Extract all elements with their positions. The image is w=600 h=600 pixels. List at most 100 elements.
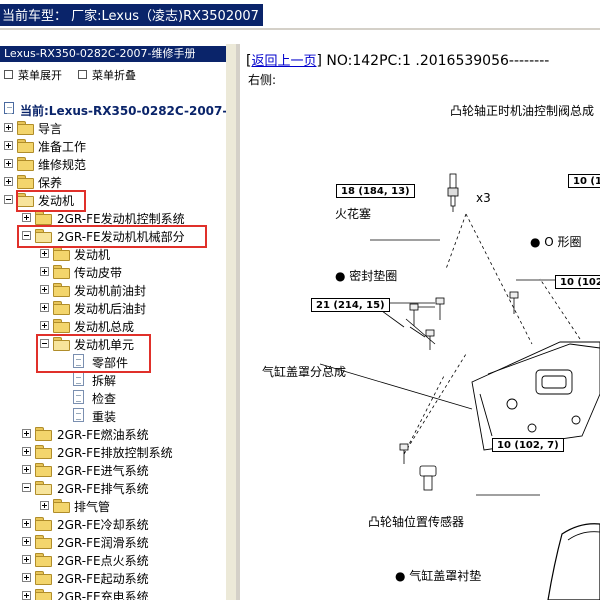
folder-icon (35, 427, 52, 441)
folder-icon (53, 265, 70, 279)
title-divider (0, 28, 600, 30)
highlight-engine-mechanical (17, 225, 207, 248)
cover-label: 气缸盖罩分总成 (262, 365, 347, 379)
expand-toggle-icon[interactable] (40, 303, 49, 312)
expand-toggle-icon[interactable] (22, 537, 31, 546)
expand-toggle-icon[interactable] (22, 591, 31, 600)
tree-item[interactable]: 导言 (0, 119, 236, 137)
folder-icon (35, 463, 52, 477)
tree-item[interactable]: 维修规范 (0, 155, 236, 173)
torque-spec-10-top: 10 (10 (568, 174, 600, 188)
expand-toggle-icon[interactable] (22, 465, 31, 474)
gasket-outline (547, 523, 600, 600)
tree-item-label: 2GR-FE冷却系统 (57, 518, 149, 532)
book-icon (4, 102, 14, 114)
diagram-title: 凸轮轴正时机油控制阀总成 (450, 104, 595, 118)
folder-icon (35, 589, 52, 600)
highlight-engine (16, 190, 86, 212)
folder-icon (53, 247, 70, 261)
collapse-all-button[interactable]: 菜单折叠 (78, 67, 136, 83)
content-panel: [返回上一页] NO:142PC:1 .2016539056-------- 右… (240, 44, 600, 600)
tree-scrollbar[interactable] (226, 44, 236, 600)
folder-icon (17, 175, 34, 189)
tree-item[interactable]: 2GR-FE冷却系统 (0, 515, 236, 533)
expand-toggle-icon[interactable] (40, 267, 49, 276)
tree-item[interactable]: 2GR-FE排放控制系统 (0, 443, 236, 461)
folder-icon (53, 499, 70, 513)
tree-item[interactable]: 2GR-FE点火系统 (0, 551, 236, 569)
document-icon (73, 390, 84, 404)
expand-all-button[interactable]: 菜单展开 (4, 67, 62, 83)
folder-open-icon (35, 481, 52, 495)
sensor-icon (419, 465, 437, 491)
tree-item[interactable]: 传动皮带 (0, 263, 236, 281)
folder-icon (35, 553, 52, 567)
tree-item[interactable]: 发动机后油封 (0, 299, 236, 317)
expand-toggle-icon[interactable] (22, 555, 31, 564)
tree-item-label: 拆解 (92, 374, 117, 388)
tree-item[interactable]: 发动机前油封 (0, 281, 236, 299)
tree-item-label: 2GR-FE起动系统 (57, 572, 149, 586)
expand-icon (4, 70, 13, 79)
tree-item-label: 发动机后油封 (74, 302, 147, 316)
document-icon (73, 408, 84, 422)
folder-icon (17, 121, 34, 135)
expand-toggle-icon[interactable] (22, 429, 31, 438)
document-icon (73, 372, 84, 386)
tree-item-label: 传动皮带 (74, 266, 123, 280)
expand-toggle-icon[interactable] (40, 249, 49, 258)
folder-icon (35, 571, 52, 585)
tree-item[interactable]: 排气管 (0, 497, 236, 515)
tree-item-label: 检查 (92, 392, 117, 406)
tree-item-label: 排气管 (74, 500, 111, 514)
tree-item[interactable]: 检查 (0, 389, 236, 407)
folder-icon (35, 535, 52, 549)
folder-icon (17, 139, 34, 153)
expand-toggle-icon[interactable] (4, 177, 13, 186)
folder-icon (53, 283, 70, 297)
expand-toggle-icon[interactable] (22, 447, 31, 456)
folder-icon (53, 301, 70, 315)
tree-item[interactable]: 准备工作 (0, 137, 236, 155)
tree-item[interactable]: 发动机总成 (0, 317, 236, 335)
folder-icon (53, 319, 70, 333)
gasket-washer-label: ● 密封垫圈 (335, 269, 398, 283)
tree-item[interactable]: 重装 (0, 407, 236, 425)
collapse-toggle-icon[interactable] (4, 195, 13, 204)
folder-icon (35, 211, 52, 225)
tree-item-label: 发动机 (74, 248, 111, 262)
tree-item[interactable]: 2GR-FE进气系统 (0, 461, 236, 479)
expand-toggle-icon[interactable] (22, 573, 31, 582)
tree-item[interactable]: 2GR-FE排气系统 (0, 479, 236, 497)
expand-toggle-icon[interactable] (22, 519, 31, 528)
tree-item-label: 2GR-FE润滑系统 (57, 536, 149, 550)
torque-spec-10-low: 10 (102, 7) (492, 438, 564, 452)
expand-toggle-icon[interactable] (4, 159, 13, 168)
collapse-toggle-icon[interactable] (22, 483, 31, 492)
expand-toggle-icon[interactable] (4, 123, 13, 132)
tree-item[interactable]: 2GR-FE充电系统 (0, 587, 236, 600)
window-title: 当前车型： 厂家:Lexus（凌志)RX3502007 (0, 4, 263, 26)
expand-toggle-icon[interactable] (40, 321, 49, 330)
tree-item-label: 保养 (38, 176, 63, 190)
folder-icon (35, 517, 52, 531)
cover-gasket-label: ● 气缸盖罩衬垫 (395, 569, 482, 583)
spark-plug-label: 火花塞 (335, 207, 372, 221)
expand-toggle-icon[interactable] (40, 501, 49, 510)
tree-item[interactable]: 拆解 (0, 371, 236, 389)
expand-toggle-icon[interactable] (22, 213, 31, 222)
expand-toggle-icon[interactable] (4, 141, 13, 150)
cylinder-head-cover (471, 341, 600, 451)
tree-item-label: 准备工作 (38, 140, 87, 154)
torque-spec-18: 18 (184, 13) (336, 184, 415, 198)
title-bar: 当前车型： 厂家:Lexus（凌志)RX3502007 (0, 0, 600, 30)
gasket-inner (567, 531, 600, 541)
tree-item[interactable]: 保养 (0, 173, 236, 191)
tree-item-label: 2GR-FE进气系统 (57, 464, 149, 478)
tree-item[interactable]: 2GR-FE燃油系统 (0, 425, 236, 443)
expand-toggle-icon[interactable] (40, 285, 49, 294)
tree-item[interactable]: 2GR-FE起动系统 (0, 569, 236, 587)
tree-item-label: 2GR-FE充电系统 (57, 590, 149, 600)
navigation-panel: Lexus-RX350-0282C-2007-维修手册 菜单展开 菜单折叠 当前… (0, 44, 236, 600)
tree-item[interactable]: 2GR-FE润滑系统 (0, 533, 236, 551)
